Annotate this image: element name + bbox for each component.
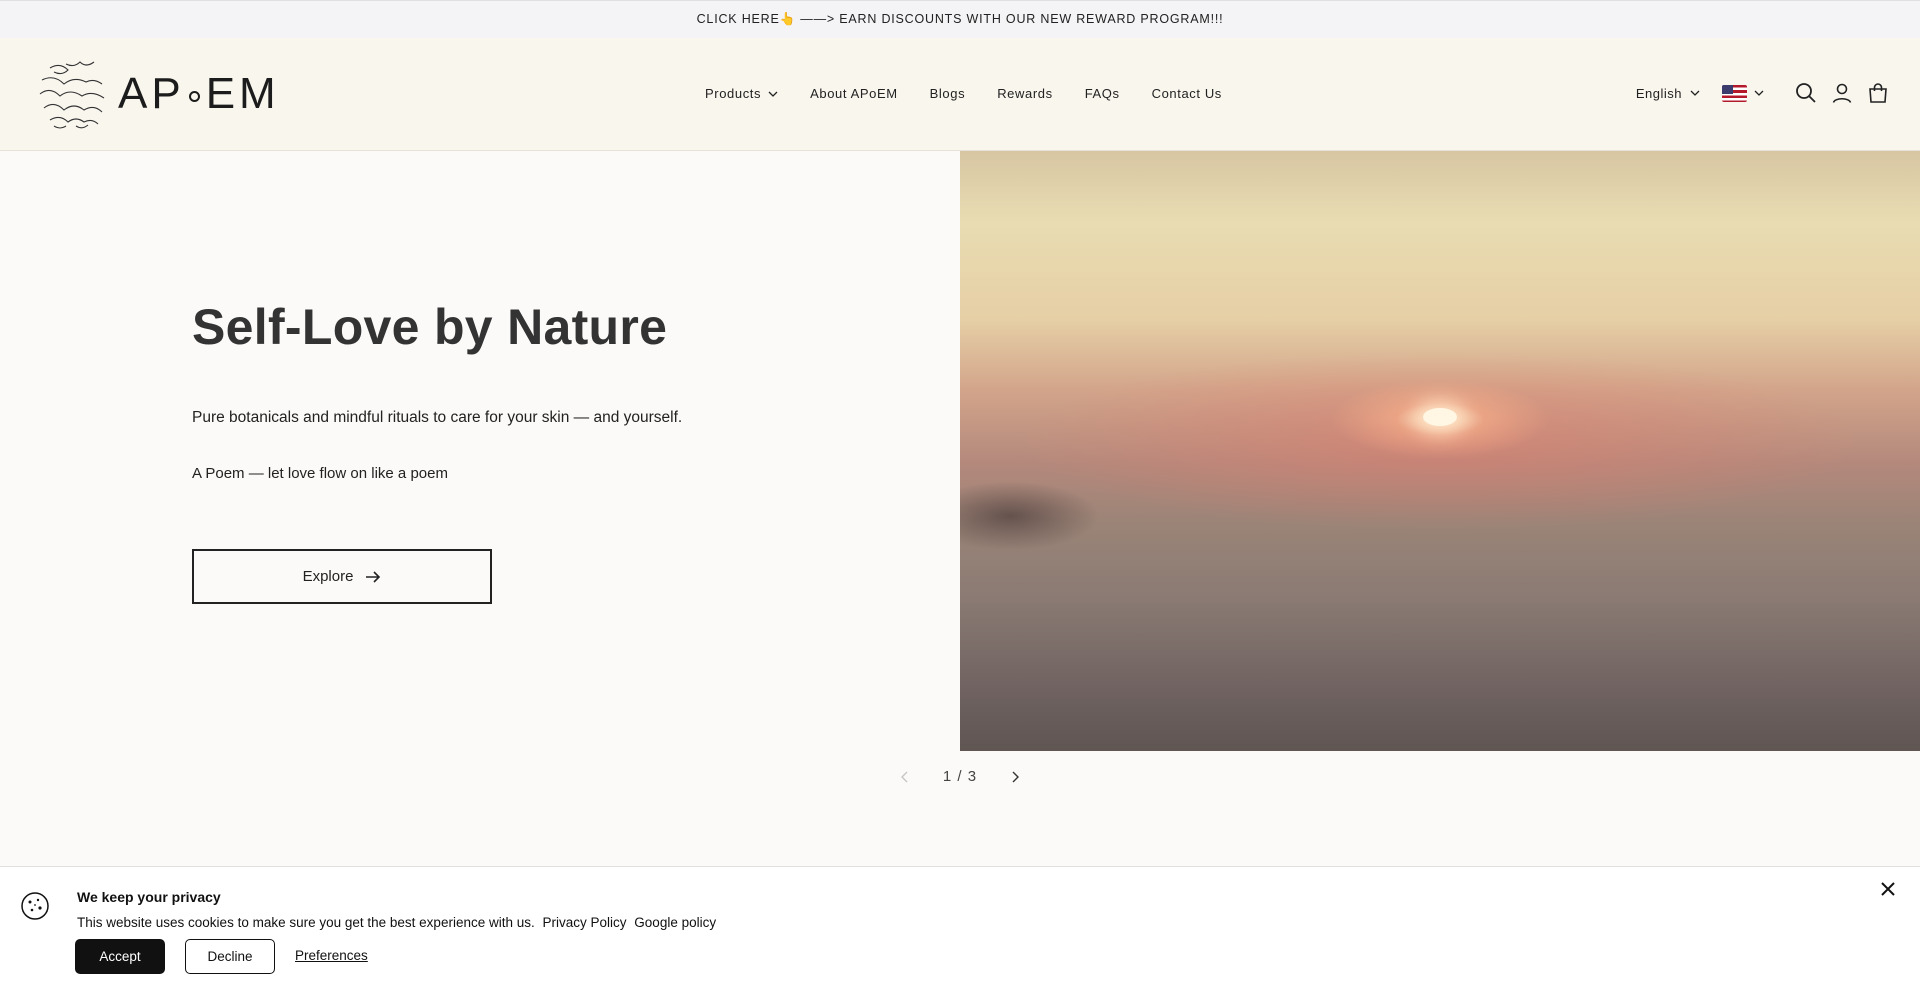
- nav-item-contact[interactable]: Contact Us: [1152, 86, 1222, 101]
- explore-label: Explore: [302, 568, 354, 585]
- logo-text-start: AP: [118, 69, 185, 118]
- close-icon[interactable]: [1878, 879, 1898, 899]
- nav-label: Products: [705, 86, 762, 101]
- nav-item-about[interactable]: About APoEM: [810, 86, 898, 101]
- hero-tagline: A Poem — let love flow on like a poem: [192, 465, 448, 482]
- cookie-title: We keep your privacy: [77, 889, 221, 905]
- nav-label: FAQs: [1084, 86, 1120, 101]
- nav-label: Contact Us: [1151, 86, 1222, 101]
- hero-title: Self-Love by Nature: [192, 299, 668, 355]
- google-policy-link[interactable]: Google policy: [634, 915, 716, 930]
- language-selector[interactable]: English: [1636, 86, 1700, 101]
- hero-text-panel: Self-Love by Nature Pure botanicals and …: [0, 151, 960, 751]
- nav-label: Rewards: [997, 86, 1053, 101]
- site-header: AP EM Products About APoEM Blogs Rewards …: [0, 38, 1920, 151]
- nav-item-products[interactable]: Products: [705, 86, 778, 101]
- logo[interactable]: AP EM: [36, 56, 280, 132]
- announcement-text[interactable]: CLICK HERE👆 ——> EARN DISCOUNTS WITH OUR …: [697, 12, 1224, 27]
- nav-item-rewards[interactable]: Rewards: [997, 86, 1053, 101]
- sun-shape: [1423, 408, 1457, 426]
- nav-item-faqs[interactable]: FAQs: [1085, 86, 1120, 101]
- header-actions: English: [1636, 78, 1890, 108]
- chevron-left-icon[interactable]: [900, 771, 910, 783]
- slider-controls: 1 / 3: [900, 768, 1020, 785]
- country-selector[interactable]: [1722, 84, 1764, 102]
- cookie-text: This website uses cookies to make sure y…: [77, 915, 716, 930]
- logo-wordmark: AP EM: [118, 69, 280, 119]
- chevron-right-icon[interactable]: [1010, 771, 1020, 783]
- decline-button[interactable]: Decline: [185, 939, 275, 974]
- us-flag-icon: [1722, 84, 1747, 102]
- chevron-down-icon: [768, 91, 778, 97]
- chevron-down-icon: [1754, 90, 1764, 96]
- accept-button[interactable]: Accept: [75, 939, 165, 974]
- logo-dot-icon: [188, 90, 200, 102]
- cloud-shadow: [960, 481, 1100, 551]
- main-nav: Products About APoEM Blogs Rewards FAQs …: [705, 86, 1254, 101]
- explore-button[interactable]: Explore: [192, 549, 492, 604]
- cart-icon[interactable]: [1866, 81, 1890, 105]
- account-icon[interactable]: [1830, 81, 1854, 105]
- logo-emblem-icon: [39, 61, 105, 129]
- language-label: English: [1635, 85, 1682, 101]
- hero-image-sunset: [960, 151, 1920, 751]
- chevron-down-icon: [1690, 90, 1700, 96]
- privacy-policy-link[interactable]: Privacy Policy: [543, 915, 627, 930]
- arrow-right-icon: [366, 570, 381, 583]
- hero-subtitle: Pure botanicals and mindful rituals to c…: [192, 409, 683, 426]
- search-icon[interactable]: [1794, 81, 1818, 105]
- cookie-message: This website uses cookies to make sure y…: [77, 915, 535, 930]
- logo-text-end: EM: [205, 69, 280, 118]
- announcement-bar[interactable]: CLICK HERE👆 ——> EARN DISCOUNTS WITH OUR …: [0, 0, 1920, 38]
- nav-item-blogs[interactable]: Blogs: [930, 86, 966, 101]
- nav-label: Blogs: [929, 86, 966, 101]
- cookie-icon: [21, 892, 49, 920]
- slide-counter: 1 / 3: [942, 768, 978, 785]
- nav-label: About APoEM: [810, 86, 898, 101]
- preferences-link[interactable]: Preferences: [295, 948, 368, 963]
- cookie-banner: We keep your privacy This website uses c…: [0, 867, 1920, 993]
